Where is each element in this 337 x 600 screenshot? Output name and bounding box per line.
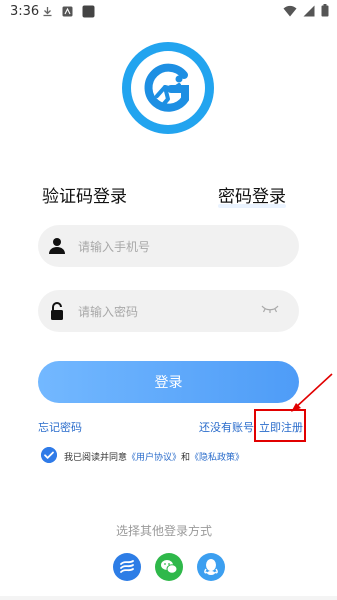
annotation-arrow-icon bbox=[291, 373, 333, 412]
status-time: 3:36 bbox=[10, 4, 40, 19]
wechat-login-button[interactable] bbox=[155, 553, 183, 581]
qq-icon bbox=[204, 559, 218, 575]
eye-closed-icon[interactable] bbox=[261, 304, 279, 314]
user-icon bbox=[49, 238, 65, 254]
app-logo bbox=[122, 42, 214, 134]
tab-password-login[interactable]: 密码登录 bbox=[218, 182, 286, 208]
no-account-text: 还没有账号 bbox=[199, 421, 254, 434]
phone-field[interactable] bbox=[38, 225, 299, 269]
qq-login-button[interactable] bbox=[197, 553, 225, 581]
agreement-text: 我已阅读并同意《用户协议》和《隐私政策》 bbox=[64, 450, 244, 463]
app-notification-icon bbox=[62, 6, 73, 17]
download-icon bbox=[43, 7, 52, 17]
agree-checkbox[interactable] bbox=[41, 447, 57, 463]
status-right-icons bbox=[283, 4, 329, 17]
agreement-prefix: 我已阅读并同意 bbox=[64, 453, 128, 463]
app-square-icon bbox=[82, 5, 95, 18]
other-login-title: 选择其他登录方式 bbox=[116, 524, 213, 538]
china-mobile-icon bbox=[120, 560, 134, 573]
wifi-icon bbox=[283, 5, 297, 16]
bottom-nav-bar bbox=[0, 596, 337, 600]
password-input[interactable] bbox=[76, 290, 280, 334]
status-bar: 3:36 bbox=[0, 0, 337, 24]
lock-icon bbox=[51, 302, 63, 320]
forgot-password-link[interactable]: 忘记密码 bbox=[38, 419, 82, 435]
battery-icon bbox=[321, 4, 329, 17]
privacy-policy-link[interactable]: 《隐私政策》 bbox=[190, 453, 244, 463]
user-agreement-link[interactable]: 《用户协议》 bbox=[127, 453, 181, 463]
phone-input[interactable] bbox=[76, 225, 280, 269]
wechat-icon bbox=[161, 560, 178, 574]
carrier-login-button[interactable] bbox=[113, 553, 141, 581]
password-field[interactable] bbox=[38, 290, 299, 334]
login-button[interactable]: 登录 bbox=[38, 361, 299, 403]
agreement-and: 和 bbox=[181, 453, 191, 463]
tab-sms-login[interactable]: 验证码登录 bbox=[42, 182, 127, 207]
signal-icon bbox=[303, 5, 315, 16]
